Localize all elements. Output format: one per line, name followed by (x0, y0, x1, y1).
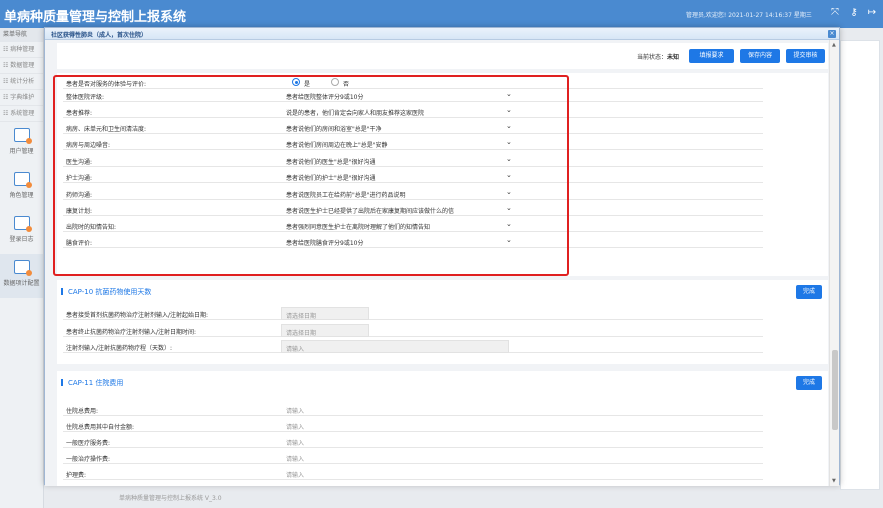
tile-data-config[interactable]: 数据项计配置 (0, 254, 43, 298)
fullscreen-icon[interactable]: ⤧ (829, 7, 841, 19)
status-bar: 当前状态：未知 填报要求 保存内容 提交审核 (57, 43, 828, 69)
chevron-down-icon: ⌄ (506, 188, 512, 196)
form-row[interactable]: 整体医院评级: 患者给医院整体评分9或10分 ⌄ (63, 89, 763, 102)
form-row[interactable]: 患者推荐: 说是的患者，他们肯定会向家人和朋友推荐这家医院 ⌄ (63, 105, 763, 118)
experience-section: 患者是否对服务的体验与评价: 是 否 整体医院评级: 患者给医院整体评分9或10分… (57, 73, 828, 276)
form-row[interactable]: 医生沟通: 患者说他们的医生"总是"很好沟通 ⌄ (63, 154, 763, 167)
tile-login-log[interactable]: 登录日志 (0, 210, 43, 254)
submit-review-button[interactable]: 提交审核 (786, 49, 825, 63)
nursing-fee-input: 请输入 (286, 472, 305, 479)
select-value: 患者说他们的护士"总是"很好沟通 (286, 175, 376, 182)
general-service-fee-input: 请输入 (286, 440, 305, 447)
form-row[interactable]: 病房、床单元和卫生间清洁度: 患者说他们的房间和浴室"总是"干净 ⌄ (63, 121, 763, 134)
tile-user-management[interactable]: 用户管理 (0, 122, 43, 166)
cap10-done-button[interactable]: 完成 (796, 285, 822, 299)
user-info: 管理员,欢迎您! 2021-01-27 14:16:37 星期三 (686, 12, 812, 19)
status-value: 未知 (667, 54, 680, 61)
dialog-body: 当前状态：未知 填报要求 保存内容 提交审核 患者是否对服务的体验与评价: 是 … (45, 40, 831, 486)
chevron-down-icon: ⌄ (506, 220, 512, 228)
form-row[interactable]: 护士沟通: 患者说他们的护士"总是"很好沟通 ⌄ (63, 170, 763, 183)
radio-no[interactable] (331, 78, 339, 86)
dialog-header: 社区获得性肺炎（成人，首次住院） × (45, 28, 839, 40)
close-button[interactable]: × (828, 30, 836, 38)
save-button[interactable]: 保存内容 (740, 49, 780, 63)
scroll-up-icon: ▲ (832, 42, 836, 48)
footer: 单病种质量管理与控制上报系统 V_3.0 (44, 490, 883, 508)
chevron-down-icon: ⌄ (506, 138, 512, 146)
form-row[interactable]: 一般治疗操作费: 请输入 (63, 451, 763, 464)
dialog-title: 社区获得性肺炎（成人，首次住院） (51, 32, 148, 39)
select-value: 患者给医院膳食评分9或10分 (286, 240, 364, 247)
total-cost-input: 请输入 (286, 408, 305, 415)
select-value: 患者说他们的房间和浴室"总是"干净 (286, 126, 382, 133)
course-days-input[interactable]: 请输入 (281, 340, 509, 353)
scroll-down-icon: ▼ (832, 478, 836, 484)
form-row: 注射剂输入/注射抗菌药物疗程（天数）: 请输入 (63, 340, 763, 353)
form-row: 患者终止抗菌药物治疗注射剂输入/注射日期时间: 请选择日期 (63, 324, 763, 337)
sidebar-item-data[interactable]: ☷ 数据管理 (0, 58, 43, 74)
data-config-icon (13, 260, 32, 276)
key-icon[interactable]: ⚷ (848, 7, 860, 19)
select-value: 患者说他们房间周边在晚上"总是"安静 (286, 142, 388, 149)
select-value: 患者说医生护士已经提供了出院后在家康复期间应该做什么的信 (286, 208, 455, 215)
form-row[interactable]: 一般医疗服务费: 请输入 (63, 435, 763, 448)
fill-requirements-button[interactable]: 填报要求 (689, 49, 734, 63)
chevron-down-icon: ⌄ (506, 90, 512, 98)
sidebar-item-stats[interactable]: ☷ 统计分析 (0, 74, 43, 90)
chevron-down-icon: ⌄ (506, 204, 512, 212)
top-bar: 单病种质量管理与控制上报系统 管理员,欢迎您! 2021-01-27 14:16… (0, 0, 883, 28)
select-value: 患者说他们的医生"总是"很好沟通 (286, 159, 376, 166)
chevron-down-icon: ⌄ (506, 155, 512, 163)
start-date-picker[interactable]: 请选择日期 (281, 307, 369, 320)
radio-yes[interactable] (292, 78, 300, 86)
form-row[interactable]: 住院总费用: 请输入 (63, 403, 763, 416)
end-date-picker[interactable]: 请选择日期 (281, 324, 369, 337)
nav-header: 菜单导航 (0, 28, 43, 42)
form-row[interactable]: 护理费: 请输入 (63, 467, 763, 480)
select-value: 患者强烈同意医生护士在离院时理解了他们的知情告知 (286, 224, 431, 231)
cap11-done-button[interactable]: 完成 (796, 376, 822, 390)
cap10-title: CAP-10 抗菌药物使用天数 (61, 287, 151, 297)
sidebar-item-disease[interactable]: ☷ 病种管理 (0, 42, 43, 58)
chevron-down-icon: ⌄ (506, 236, 512, 244)
form-row[interactable]: 膳食评价: 患者给医院膳食评分9或10分 ⌄ (63, 235, 763, 248)
form-row[interactable]: 出院时的知情告知: 患者强烈同意医生护士在离院时理解了他们的知情告知 ⌄ (63, 219, 763, 232)
role-management-icon (13, 172, 32, 188)
user-management-icon (13, 128, 32, 144)
form-row: 患者接受首剂抗菌药物治疗注射剂输入/注射起始日期: 请选择日期 (63, 307, 763, 320)
status-label: 当前状态：未知 (637, 54, 680, 61)
select-value: 患者说医院员工在给药前"总是"进行药品说明 (286, 192, 406, 199)
cap11-section: CAP-11 住院费用 完成 住院总费用: 请输入 住院总费用其中自付金额: 请输入… (57, 371, 828, 486)
form-row[interactable]: 药师沟通: 患者说医院员工在给药前"总是"进行药品说明 ⌄ (63, 187, 763, 200)
chevron-down-icon: ⌄ (506, 171, 512, 179)
sidebar: 菜单导航 ☷ 病种管理 ☷ 数据管理 ☷ 统计分析 ☷ 字典维护 ☷ 系统管理 … (0, 28, 44, 508)
select-value: 说是的患者，他们肯定会向家人和朋友推荐这家医院 (286, 110, 425, 117)
form-row[interactable]: 病房与周边噪音: 患者说他们房间周边在晚上"总是"安静 ⌄ (63, 137, 763, 150)
form-dialog: 社区获得性肺炎（成人，首次住院） × 当前状态：未知 填报要求 保存内容 提交审… (44, 27, 840, 486)
form-row[interactable]: 康复计划: 患者说医生护士已经提供了出院后在家康复期间应该做什么的信 ⌄ (63, 203, 763, 216)
self-pay-input: 请输入 (286, 424, 305, 431)
logout-icon[interactable]: ↦ (866, 7, 878, 19)
form-row[interactable]: 住院总费用其中自付金额: 请输入 (63, 419, 763, 432)
scrollbar-thumb[interactable] (832, 350, 838, 430)
login-log-icon (13, 216, 32, 232)
cap10-section: CAP-10 抗菌药物使用天数 完成 患者接受首剂抗菌药物治疗注射剂输入/注射起… (57, 280, 828, 364)
select-value: 患者给医院整体评分9或10分 (286, 94, 364, 101)
sidebar-item-system[interactable]: ☷ 系统管理 (0, 106, 43, 122)
chevron-down-icon: ⌄ (506, 106, 512, 114)
tile-role-management[interactable]: 角色管理 (0, 166, 43, 210)
sidebar-item-dict[interactable]: ☷ 字典维护 (0, 90, 43, 106)
form-row: 患者是否对服务的体验与评价: 是 否 (63, 76, 763, 89)
cap11-title: CAP-11 住院费用 (61, 378, 123, 388)
background-panel (840, 40, 880, 490)
app-title: 单病种质量管理与控制上报系统 (4, 10, 187, 25)
chevron-down-icon: ⌄ (506, 122, 512, 130)
vertical-scrollbar[interactable]: ▲ ▼ (829, 40, 839, 486)
treatment-fee-input: 请输入 (286, 456, 305, 463)
